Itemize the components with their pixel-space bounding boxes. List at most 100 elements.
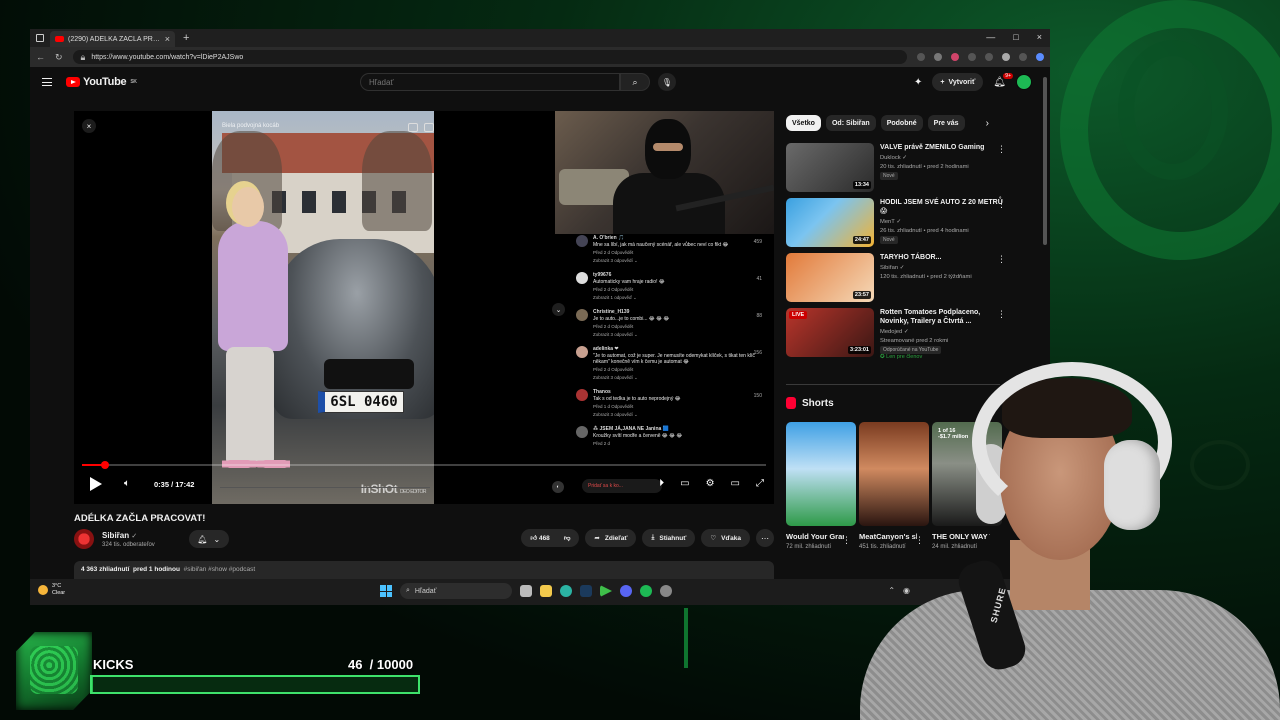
account-avatar[interactable] (1016, 74, 1032, 90)
thanks-button[interactable]: ♡ Vďaka (701, 529, 750, 547)
close-icon[interactable]: × (82, 119, 96, 133)
comment-replies[interactable]: Zobrazit 3 odpovědí ⌄ (593, 258, 762, 264)
short-thumbnail[interactable] (786, 422, 856, 526)
minimize-button[interactable]: — (986, 32, 995, 42)
back-icon[interactable]: ← (36, 52, 45, 62)
copilot-icon[interactable] (1036, 53, 1044, 61)
tab-actions-icon[interactable] (36, 34, 44, 42)
notifications-button[interactable]: 🔔︎ 9+ (993, 72, 1013, 88)
extension-icon[interactable] (917, 53, 925, 61)
autoplay-toggle[interactable]: ⏵ (659, 478, 664, 489)
spotify-icon[interactable] (640, 585, 652, 597)
steam-icon[interactable] (580, 585, 592, 597)
chip-for-you[interactable]: Pre vás (927, 115, 965, 131)
favorite-star-icon[interactable] (934, 53, 942, 61)
short-title[interactable]: Would Your Grandma G... (786, 532, 844, 542)
short-item[interactable]: Would Your Grandma G... 72 mil. zhliadnu… (786, 422, 856, 552)
comment-replies[interactable]: Zobrazit 3 odpovědí ⌄ (593, 332, 762, 338)
comment-likes[interactable]: 41 (756, 276, 762, 282)
download-button[interactable]: ⤓ Stiahnuť (642, 529, 696, 547)
browser-tab[interactable]: (2290) ADÉLKA ZAČLA PRACOVAŤ × (50, 31, 175, 47)
chip-from-channel[interactable]: Od: Sibiřan (825, 115, 876, 131)
menu-icon[interactable] (42, 78, 52, 86)
more-options-icon[interactable]: ⋮ (997, 199, 1006, 210)
more-actions-icon[interactable]: ⋯ (756, 529, 774, 547)
captions-icon[interactable]: ▭ (680, 478, 689, 489)
more-options-icon[interactable]: ⋮ (997, 309, 1006, 320)
comment-likes[interactable]: 150 (754, 393, 762, 399)
recommendation-item[interactable]: 24:47 HODIL JSEM SVÉ AUTO Z 20 METRŮ 😱 M… (786, 198, 1006, 249)
chevron-right-icon[interactable]: › (986, 118, 989, 129)
comment-replies[interactable]: Zobrazit 1 odpověď ⌄ (593, 295, 762, 301)
recommendation-channel[interactable]: MenT ✓ (880, 218, 1006, 227)
expand-icon[interactable] (424, 123, 434, 132)
edge-browser-icon[interactable] (560, 585, 572, 597)
more-options-icon[interactable]: ⋮ (997, 144, 1006, 155)
app-icon[interactable] (660, 585, 672, 597)
video-thumbnail[interactable]: 13:34 (786, 143, 874, 192)
more-options-icon[interactable]: ⋮ (842, 535, 851, 546)
channel-avatar[interactable] (74, 529, 94, 549)
comment-likes[interactable]: 156 (754, 350, 762, 356)
progress-bar[interactable] (82, 461, 766, 469)
volume-icon[interactable]: 🔈︎ (124, 478, 130, 489)
url-bar[interactable]: 🔒︎ https://www.youtube.com/watch?v=lDieP… (72, 50, 907, 64)
recommendation-channel[interactable]: Sibiřan ✓ (880, 264, 1006, 273)
recommendation-title[interactable]: TARYHO TÁBOR... (880, 253, 1006, 262)
recommendation-item[interactable]: 13:34 VALVE právě ZMENILO Gaming Duklock… (786, 143, 1006, 194)
search-button[interactable]: ⌕ (620, 73, 650, 91)
comment-replies[interactable]: Zobrazit 3 odpovědí ⌄ (593, 375, 762, 381)
embedded-short-video[interactable]: 6SL 0460 Biela podvojná kocáb InShOt DEO… (212, 111, 434, 504)
comment-replies[interactable]: Zobrazit 3 odpovědí ⌄ (593, 412, 762, 418)
play-button[interactable] (90, 477, 102, 491)
video-thumbnail[interactable]: 24:47 (786, 198, 874, 247)
settings-gear-icon[interactable]: ⚙︎ (706, 478, 715, 489)
close-window-button[interactable]: × (1037, 32, 1042, 42)
progress-scrubber[interactable] (100, 461, 109, 469)
recommendation-channel[interactable]: Medojed ✓ (880, 328, 1006, 337)
taskbar-search[interactable]: ⌕ Hľadať (400, 583, 512, 599)
reload-icon[interactable]: ↻ (55, 52, 63, 63)
fullscreen-icon[interactable]: ⤢ (756, 478, 764, 489)
chip-related[interactable]: Podobné (880, 115, 923, 131)
task-view-icon[interactable] (520, 585, 532, 597)
tab-close-icon[interactable]: × (165, 34, 170, 44)
video-player[interactable]: × 6SL 0460 Biela podvojná kocáb InShOt D… (74, 111, 774, 504)
recommendation-channel[interactable]: Duklock ✓ (880, 154, 1006, 163)
voice-search-button[interactable]: 🎙︎ (658, 73, 676, 91)
discord-icon[interactable] (620, 585, 632, 597)
recommendation-title[interactable]: Rotten Tomatoes Podplaceno, Novinky, Tra… (880, 308, 1006, 326)
recommendation-item[interactable]: 23:57 TARYHO TÁBOR... Sibiřan ✓ 120 tis.… (786, 253, 1006, 304)
subscription-bell-button[interactable]: 🔔︎ ⌄ (188, 530, 229, 548)
file-explorer-icon[interactable] (540, 585, 552, 597)
subtitles-icon[interactable]: ◐ (552, 481, 564, 493)
menu-dots-icon[interactable] (1019, 53, 1027, 61)
new-tab-button[interactable]: + (183, 32, 189, 44)
hashtags[interactable]: #sibiřan #show #podcast (184, 566, 256, 573)
comment-likes[interactable]: 88 (756, 313, 762, 319)
gemini-icon[interactable]: ✦ (914, 77, 922, 88)
search-input[interactable] (360, 73, 620, 91)
extension-icon[interactable] (951, 53, 959, 61)
maximize-button[interactable]: □ (1013, 32, 1018, 42)
windows-start-icon[interactable] (380, 585, 392, 597)
recommendation-title[interactable]: VALVE právě ZMENILO Gaming (880, 143, 1006, 152)
video-thumbnail[interactable]: LIVE 3:23:01 (786, 308, 874, 357)
create-button[interactable]: + Vytvoriť (932, 73, 984, 91)
thumbs-down-icon[interactable]: 👎︎ (564, 534, 571, 542)
theater-mode-icon[interactable]: ▭ (731, 478, 740, 489)
extension-icon[interactable] (968, 53, 976, 61)
more-options-icon[interactable]: ⋮ (997, 254, 1006, 265)
share-button[interactable]: ➦ Zdieľať (585, 529, 637, 547)
chip-all[interactable]: Všetko (786, 115, 821, 131)
profile-avatar[interactable] (1002, 53, 1010, 61)
weather-widget[interactable]: 3°C Clear (38, 583, 65, 597)
video-thumbnail[interactable]: 23:57 (786, 253, 874, 302)
picture-in-picture-icon[interactable] (408, 123, 418, 132)
extension-icon[interactable] (985, 53, 993, 61)
page-scrollbar[interactable] (1043, 77, 1047, 245)
youtube-logo[interactable]: YouTube SK (66, 76, 137, 88)
description-box[interactable]: 4 363 zhliadnutí pred 1 hodinou #sibiřan… (74, 561, 774, 579)
like-button[interactable]: 👍︎ 468 (530, 534, 549, 542)
channel-name[interactable]: Sibiřan ✓ (102, 531, 155, 540)
